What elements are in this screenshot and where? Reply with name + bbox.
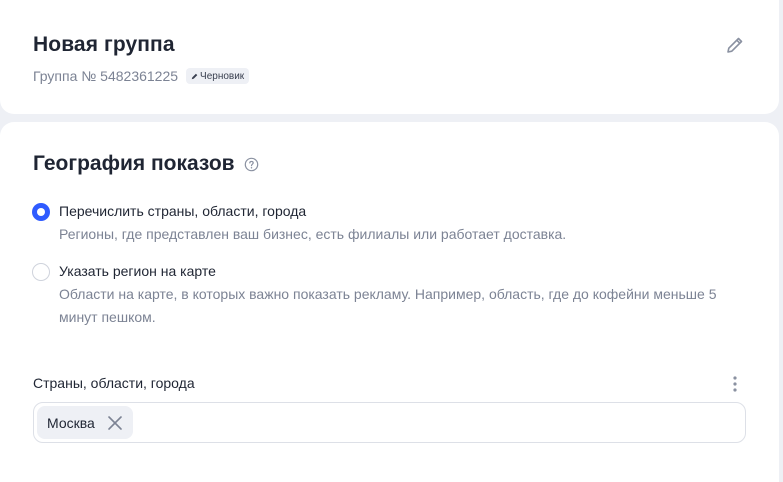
pencil-small-icon bbox=[191, 73, 198, 80]
region-chip: Москва bbox=[37, 406, 133, 439]
group-header-card: Новая группа Группа № 5482361225 Чернови… bbox=[0, 0, 779, 114]
radio-option-map[interactable]: Указать регион на карте Области на карте… bbox=[32, 262, 719, 329]
radio-option-list[interactable]: Перечислить страны, области, города Реги… bbox=[32, 202, 739, 246]
region-chip-label: Москва bbox=[47, 414, 95, 431]
radio-option-description: Регионы, где представлен ваш бизнес, ест… bbox=[59, 226, 567, 242]
regions-tag-input[interactable]: Москва bbox=[33, 402, 746, 443]
edit-pencil-icon[interactable] bbox=[724, 34, 746, 56]
group-number: Группа № 5482361225 bbox=[33, 68, 179, 84]
status-badge-label: Черновик bbox=[200, 70, 245, 82]
question-circle-icon[interactable] bbox=[244, 157, 259, 172]
status-badge: Черновик bbox=[186, 68, 250, 84]
close-icon[interactable] bbox=[107, 415, 123, 431]
radio-option-description: Области на карте, в которых важно показа… bbox=[59, 286, 717, 325]
regions-field-label: Страны, области, города bbox=[33, 375, 195, 391]
geo-section-title: География показов bbox=[33, 152, 259, 176]
radio-option-label: Указать регион на карте bbox=[59, 263, 216, 279]
radio-button-unselected[interactable] bbox=[32, 263, 50, 281]
radio-option-label: Перечислить страны, области, города bbox=[59, 203, 307, 219]
group-title: Новая группа bbox=[33, 33, 175, 56]
geo-title-text: География показов bbox=[33, 152, 235, 175]
radio-button-selected[interactable] bbox=[32, 203, 50, 221]
kebab-menu-icon[interactable] bbox=[726, 375, 744, 393]
group-subtitle: Группа № 5482361225 Черновик bbox=[33, 68, 250, 84]
